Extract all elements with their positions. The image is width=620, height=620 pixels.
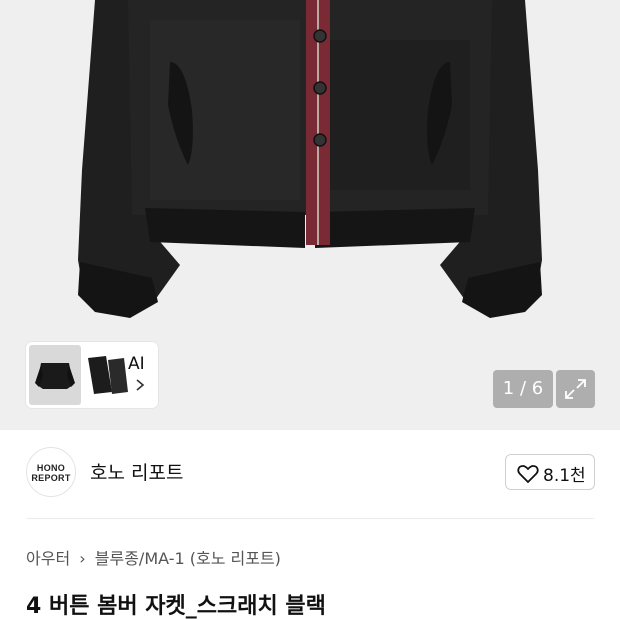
brand-logo-line1: HONO bbox=[36, 463, 66, 473]
thumbnail-strip[interactable] bbox=[26, 342, 158, 408]
breadcrumb-subcategory[interactable]: 블루종/MA-1 (호노 리포트) bbox=[95, 549, 281, 568]
expand-icon bbox=[565, 379, 586, 399]
breadcrumb: 아우터 › 블루종/MA-1 (호노 리포트) bbox=[26, 545, 281, 569]
brand-logo[interactable]: HONO REPORT bbox=[26, 447, 76, 497]
like-count: 8.1천 bbox=[543, 466, 586, 486]
image-counter: 1 / 6 bbox=[493, 370, 553, 408]
product-image-gallery[interactable]: AI 1 / 6 bbox=[0, 0, 620, 430]
thumbnail-selected[interactable] bbox=[29, 345, 81, 405]
divider bbox=[26, 518, 594, 519]
jacket-thumbnail-icon bbox=[35, 363, 75, 389]
chevron-right-icon: › bbox=[79, 549, 86, 568]
chevron-right-icon[interactable] bbox=[133, 378, 147, 392]
heart-icon bbox=[517, 465, 539, 484]
product-title: 4 버튼 봄버 자켓_스크래치 블랙 bbox=[26, 594, 326, 619]
brand-name[interactable]: 호노 리포트 bbox=[90, 458, 183, 485]
brand-logo-line2: REPORT bbox=[31, 473, 71, 483]
breadcrumb-category[interactable]: 아우터 bbox=[26, 549, 70, 568]
like-button[interactable]: 8.1천 bbox=[505, 454, 595, 490]
ai-label[interactable]: AI bbox=[128, 354, 145, 374]
expand-button[interactable] bbox=[556, 370, 595, 408]
